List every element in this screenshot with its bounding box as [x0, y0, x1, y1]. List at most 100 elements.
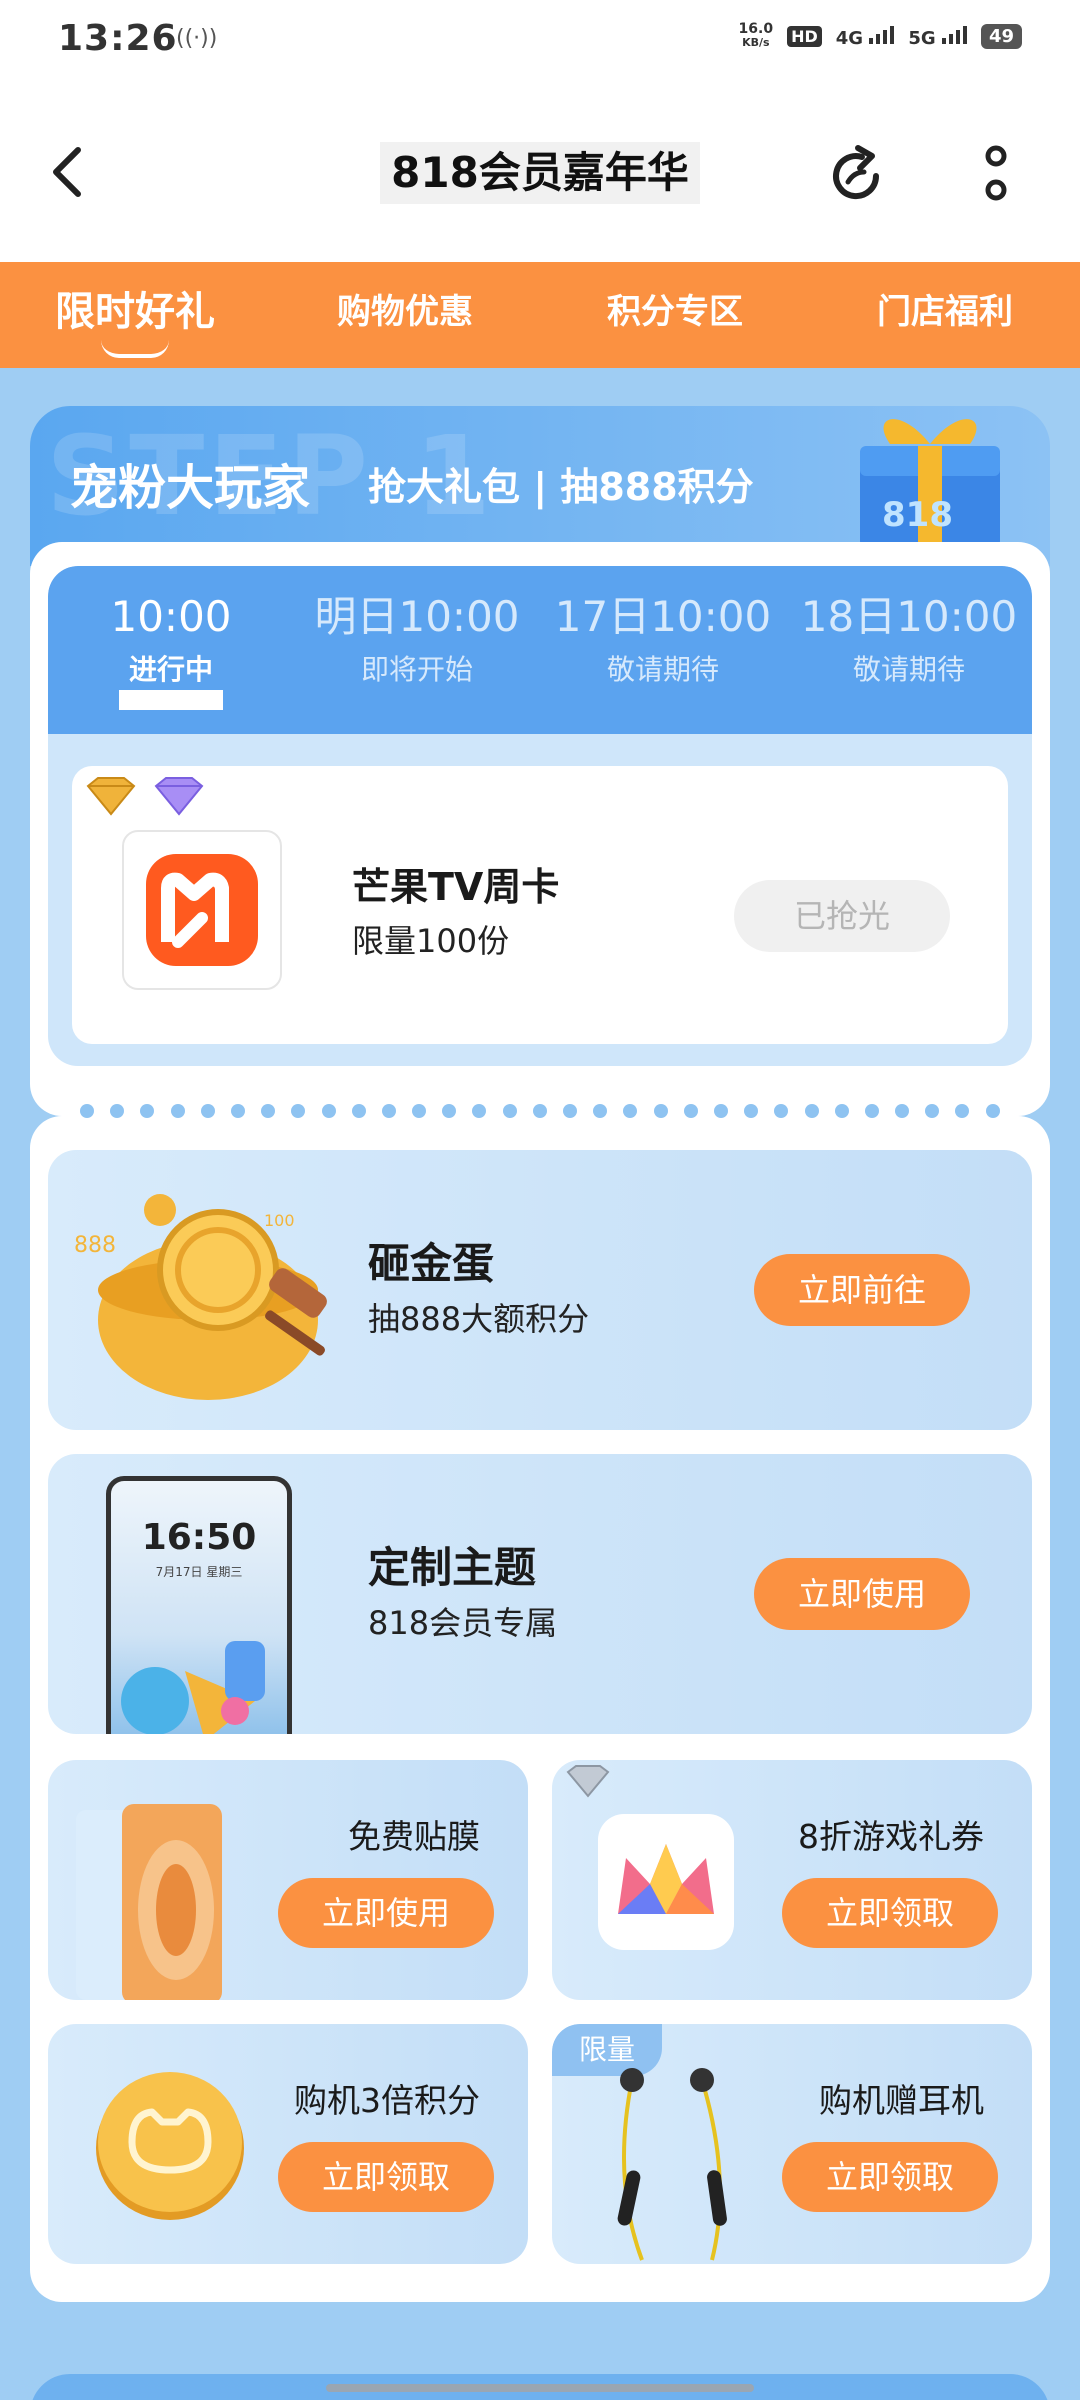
status-indicators: 16.0 KB/s HD 4G 5G 49 — [739, 22, 1022, 50]
perforation-dot — [381, 1104, 396, 1118]
egg-deco-label-100: 100 — [264, 1211, 295, 1230]
perforation-dot — [140, 1104, 155, 1118]
screen-protector-phone-icon — [76, 1804, 222, 2000]
perforation-dot — [985, 1104, 1000, 1118]
session-tab-3[interactable]: 17日10:00 敬请期待 — [540, 566, 786, 734]
back-button[interactable] — [42, 144, 98, 200]
status-time: 13:26 — [58, 18, 178, 59]
use-theme-button[interactable]: 立即使用 — [754, 1558, 970, 1630]
tab-shopping-discounts[interactable]: 购物优惠 — [270, 262, 540, 368]
title-bar: 818会员嘉年华 — [0, 84, 1080, 262]
perforation-dot — [200, 1104, 215, 1118]
perforation-dot — [472, 1104, 487, 1118]
golden-egg-icon: 888 100 — [74, 1194, 327, 1400]
more-vertical-icon — [985, 145, 1007, 201]
free-earphones-title: 购机赠耳机 — [819, 2081, 984, 2120]
svg-text:818: 818 — [882, 495, 953, 535]
refresh-icon — [833, 145, 880, 200]
hd-voice-icon: HD — [787, 25, 822, 47]
go-now-button[interactable]: 立即前往 — [754, 1254, 970, 1326]
free-earphones-row[interactable]: 限量 购机赠耳机 立即领取 — [552, 2024, 1032, 2264]
free-screen-film-row[interactable]: 免费贴膜 立即使用 — [48, 1760, 528, 2000]
ticket-perforation — [80, 1104, 1000, 1122]
prize-quantity: 限量100份 — [352, 922, 510, 960]
perforation-dot — [713, 1104, 728, 1118]
sold-out-button[interactable]: 已抢光 — [734, 880, 950, 952]
session-tab-1[interactable]: 10:00 进行中 — [48, 566, 294, 734]
purple-diamond-icon — [154, 777, 204, 816]
perforation-dot — [563, 1104, 577, 1118]
tab-store-benefits[interactable]: 门店福利 — [810, 262, 1080, 368]
perforation-dot — [623, 1104, 638, 1118]
refresh-button[interactable] — [822, 142, 890, 210]
chevron-left-icon — [53, 147, 81, 197]
game-coupon-row[interactable]: 8折游戏礼券 立即领取 — [552, 1760, 1032, 2000]
claim-game-coupon-button[interactable]: 立即领取 — [782, 1878, 998, 1948]
egg-deco-label-888: 888 — [74, 1233, 116, 1258]
perforation-dot — [351, 1104, 366, 1118]
activities-section: 888 100 砸金蛋 抽888大额积分 立即前往 16:50 7月17日 星期… — [30, 1116, 1050, 2302]
gold-coin-icon — [96, 2072, 244, 2220]
prize-card: 芒果TV周卡 限量100份 已抢光 — [72, 766, 1008, 1044]
perforation-dot — [834, 1104, 849, 1118]
step-title: 宠粉大玩家 — [70, 460, 311, 516]
status-bar: 13:26 ((·)) 16.0 KB/s HD 4G 5G 49 — [0, 0, 1080, 84]
flash-sale-panel: 10:00 进行中 明日10:00 即将开始 17日10:00 敬请期待 18日… — [48, 566, 1032, 1066]
session-selector: 10:00 进行中 明日10:00 即将开始 17日10:00 敬请期待 18日… — [48, 566, 1032, 734]
perforation-dot — [744, 1104, 759, 1118]
triple-points-title: 购机3倍积分 — [294, 2081, 480, 2120]
session-tab-2[interactable]: 明日10:00 即将开始 — [294, 566, 540, 734]
preview-time: 16:50 — [141, 1517, 257, 1558]
custom-theme-title: 定制主题 — [368, 1543, 537, 1592]
perforation-dot — [532, 1104, 547, 1118]
free-film-title: 免费贴膜 — [348, 1817, 480, 1856]
perforation-dot — [895, 1104, 910, 1118]
theme-art-icon — [121, 1641, 265, 1734]
step-body: 10:00 进行中 明日10:00 即将开始 17日10:00 敬请期待 18日… — [30, 542, 1050, 1116]
custom-theme-row[interactable]: 16:50 7月17日 星期三 定制主题 818会员专属 立即使用 — [48, 1454, 1032, 1734]
session-tab-4[interactable]: 18日10:00 敬请期待 — [786, 566, 1032, 734]
session-indicator — [119, 690, 223, 710]
perforation-dot — [804, 1104, 819, 1118]
prize-name: 芒果TV周卡 — [352, 865, 560, 909]
sim1-signal-icon: 4G — [836, 24, 895, 49]
game-coupon-title: 8折游戏礼券 — [798, 1817, 984, 1856]
perforation-dot — [291, 1104, 306, 1118]
silver-diamond-icon — [566, 1765, 610, 1798]
tab-limited-gifts[interactable]: 限时好礼 — [0, 262, 270, 368]
perforation-dot — [321, 1104, 336, 1118]
page-title: 818会员嘉年华 — [380, 142, 700, 204]
battery-icon: 49 — [980, 23, 1022, 49]
use-film-button[interactable]: 立即使用 — [278, 1878, 494, 1948]
perforation-dot — [170, 1104, 185, 1118]
claim-points-button[interactable]: 立即领取 — [278, 2142, 494, 2212]
golden-egg-subtitle: 抽888大额积分 — [368, 1300, 590, 1338]
network-speed: 16.0 KB/s — [738, 21, 774, 49]
step-one-section: STEP 1 宠粉大玩家 抢大礼包 | 抽888积分 818 10:00 进行中… — [30, 406, 1050, 1116]
vibrate-icon: ((·)) — [176, 26, 218, 51]
mango-tv-logo — [122, 830, 282, 990]
earphones-icon — [617, 2068, 727, 2261]
custom-theme-subtitle: 818会员专属 — [368, 1604, 558, 1642]
gift-box-icon: 818 — [860, 419, 1000, 551]
perforation-dot — [593, 1104, 608, 1118]
more-options-button[interactable] — [978, 144, 1014, 208]
perforation-dot — [864, 1104, 879, 1118]
perforation-dot — [110, 1104, 125, 1118]
game-center-logo — [598, 1814, 734, 1950]
home-indicator[interactable] — [326, 2384, 754, 2392]
golden-egg-title: 砸金蛋 — [368, 1239, 495, 1288]
preview-date: 7月17日 星期三 — [155, 1565, 243, 1579]
tab-points-zone[interactable]: 积分专区 — [540, 262, 810, 368]
golden-egg-row[interactable]: 888 100 砸金蛋 抽888大额积分 立即前往 — [48, 1150, 1032, 1430]
perforation-dot — [261, 1104, 276, 1118]
category-tabs: 限时好礼 购物优惠 积分专区 门店福利 — [0, 262, 1080, 368]
perforation-dot — [774, 1104, 789, 1118]
claim-earphones-button[interactable]: 立即领取 — [782, 2142, 998, 2212]
perforation-dot — [412, 1104, 427, 1118]
sim2-signal-icon: 5G — [908, 24, 967, 49]
perforation-dot — [230, 1104, 245, 1118]
active-tab-indicator — [101, 340, 169, 358]
perforation-dot — [683, 1104, 698, 1118]
triple-points-row[interactable]: 购机3倍积分 立即领取 — [48, 2024, 528, 2264]
